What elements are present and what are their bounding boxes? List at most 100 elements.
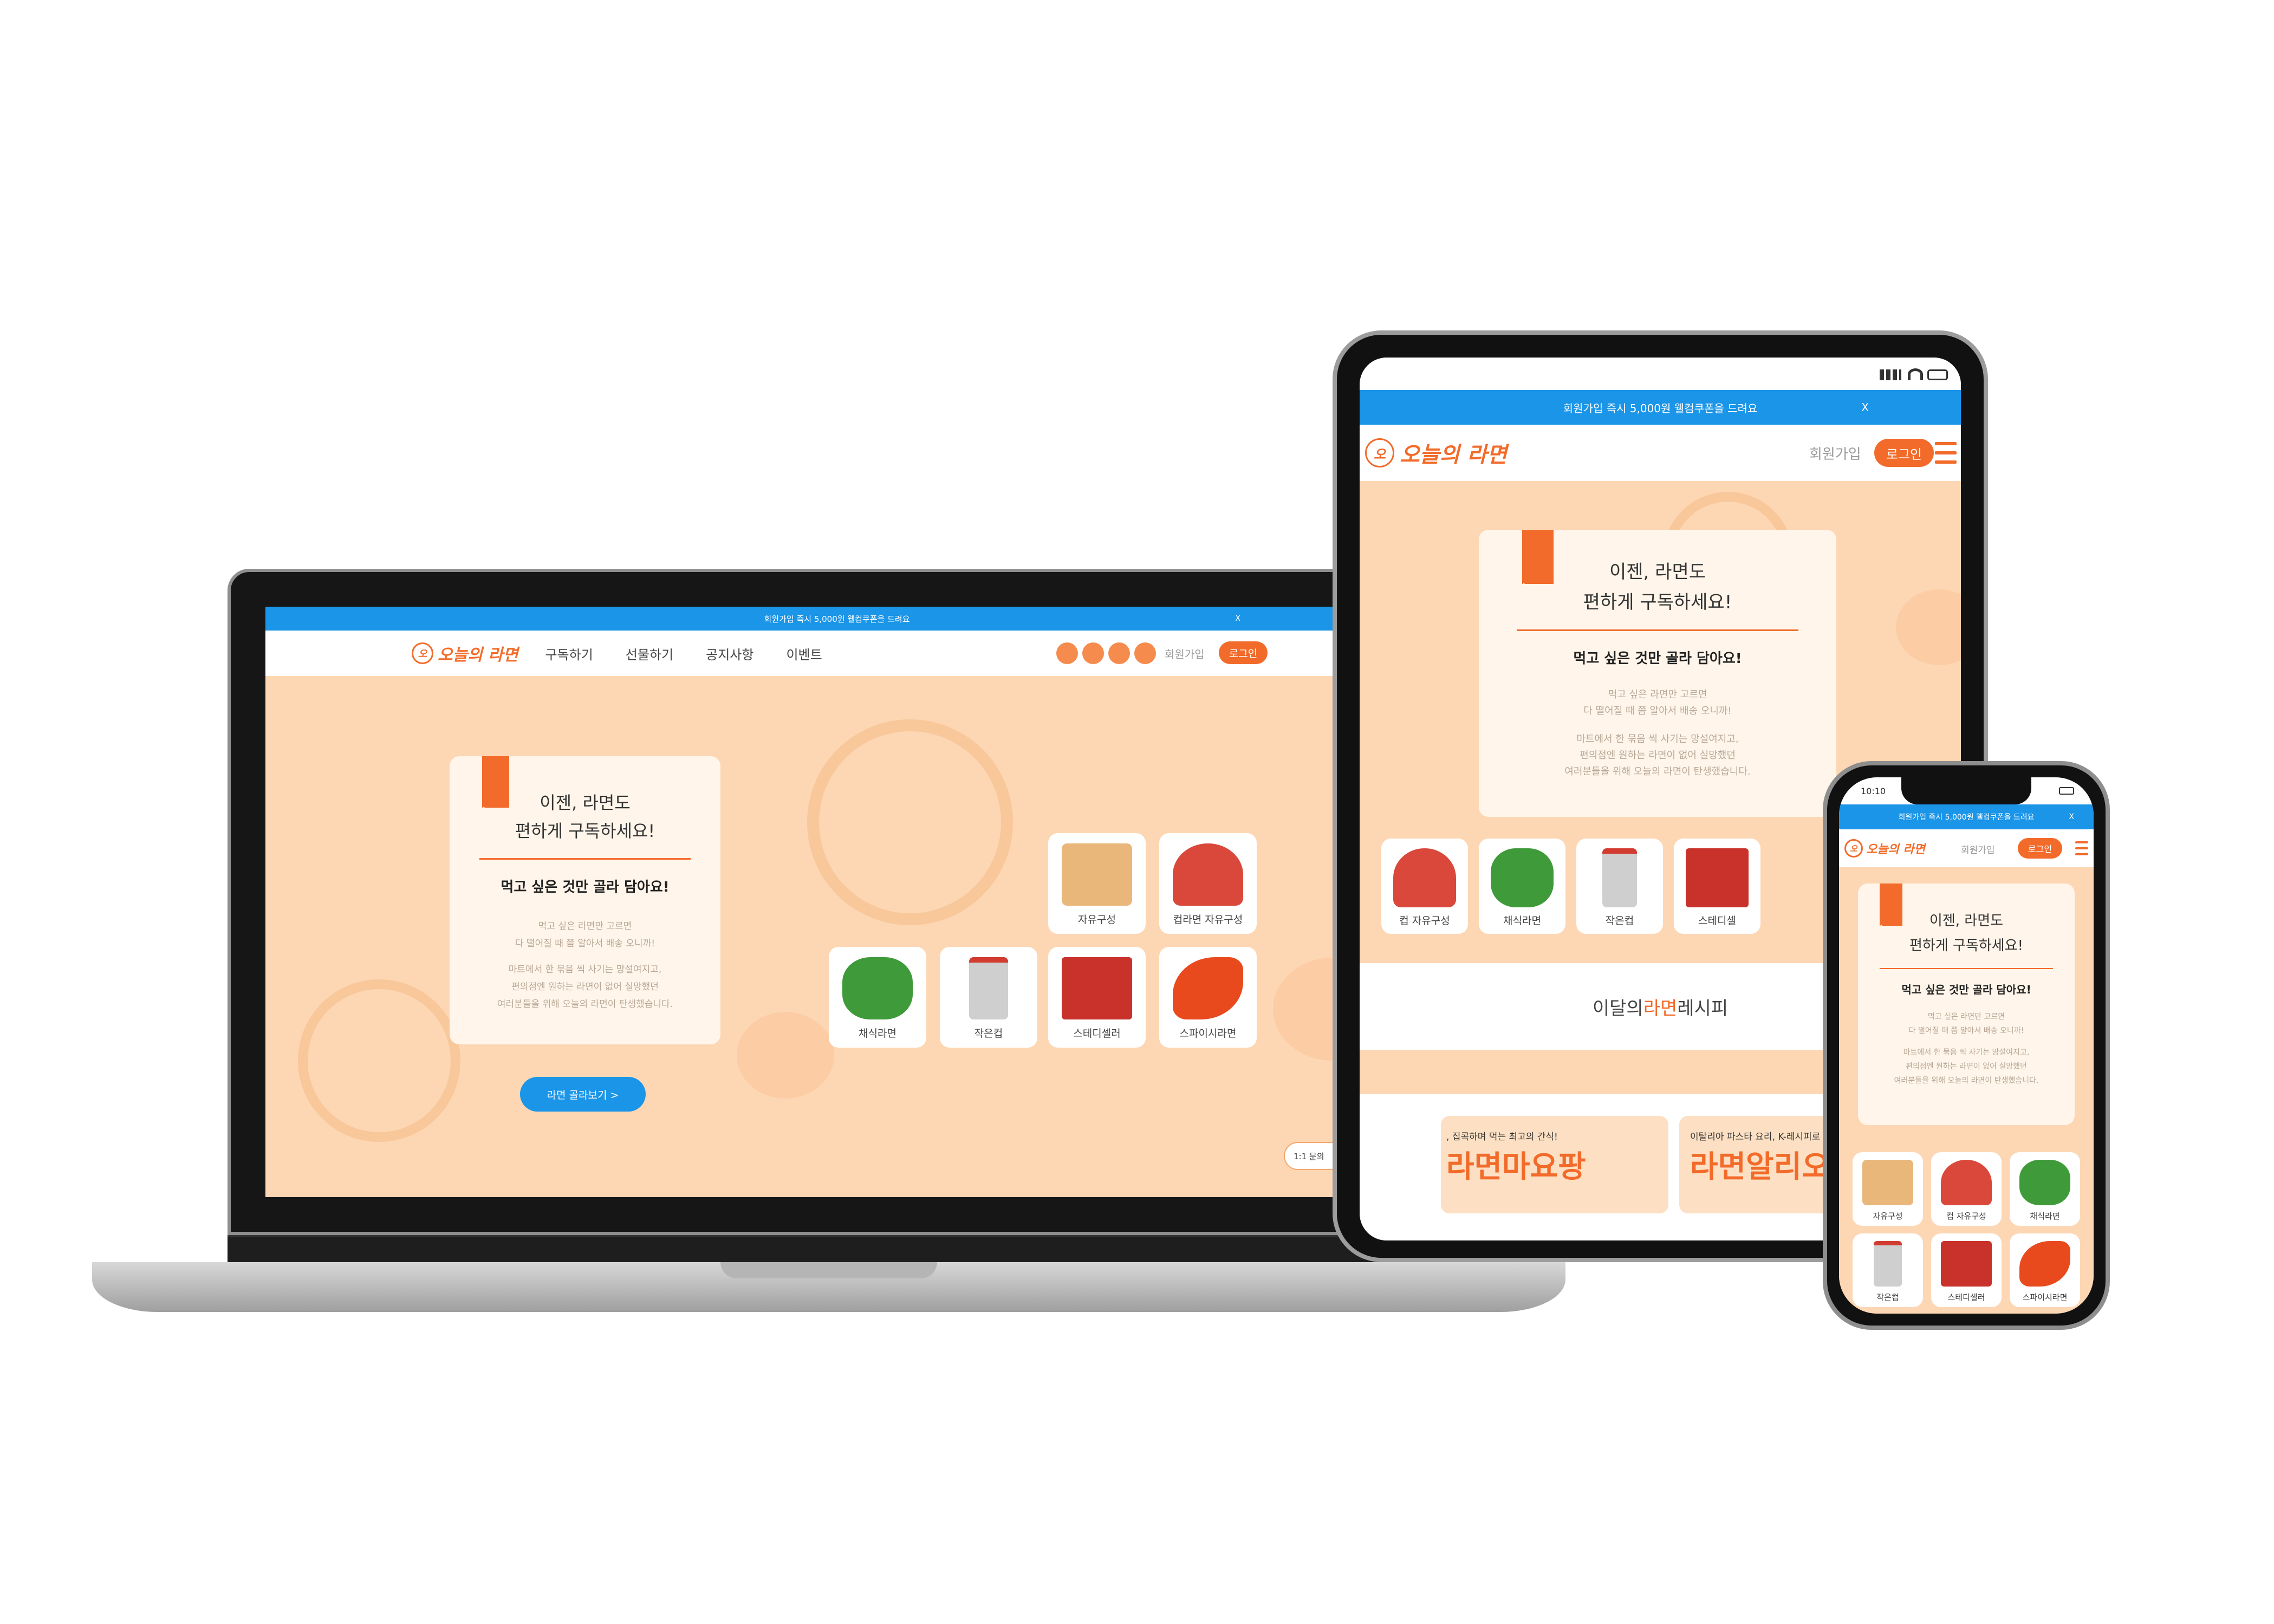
hero-desc-1: 먹고 싶은 라면만 고르면 다 떨어질 때 쯤 알아서 배송 오니까! [1583, 689, 1732, 717]
close-banner-button[interactable]: X [1861, 401, 1869, 414]
category-tile-small-cup[interactable]: 작은컵 [1853, 1233, 1923, 1307]
welcome-banner: 회원가입 즉시 5,000원 웰컴쿠폰을 드려요 X [1839, 804, 2094, 829]
login-button[interactable]: 로그인 [1219, 641, 1268, 664]
hero-desc-2: 마트에서 한 묶음 씩 사기는 망설여지고, 편의점엔 원하는 라면이 없어 실… [497, 964, 673, 1010]
category-tile-free[interactable]: 자유구성 [1853, 1152, 1923, 1226]
logo-mark-icon: 오 [412, 642, 433, 664]
category-tile-free[interactable]: 자유구성 [1048, 833, 1146, 934]
hero-divider [1880, 968, 2053, 969]
instagram-icon[interactable] [1056, 642, 1078, 664]
vegetable-icon [842, 957, 913, 1019]
category-tile-cup-free[interactable]: 컵 자유구성 [1931, 1152, 2002, 1226]
close-banner-button[interactable]: X [2069, 813, 2074, 821]
ramen-pack-icon [1686, 848, 1749, 907]
hero-section: 이젠, 라면도 편하게 구독하세요! 먹고 싶은 것만 골라 담아요! 먹고 싶… [265, 676, 1408, 1197]
bookmark-ribbon-icon [1880, 884, 1902, 926]
logo-text: 오늘의 라면 [1866, 842, 1925, 856]
site-header: 오 오늘의 라면 회원가입 로그인 [1839, 829, 2094, 867]
phone-screen: 10:10 회원가입 즉시 5,000원 웰컴쿠폰을 드려요 X 오 오늘의 라… [1839, 777, 2094, 1314]
category-tile-cup-free[interactable]: 컵라면 자유구성 [1159, 833, 1257, 934]
youtube-icon[interactable] [1134, 642, 1156, 664]
welcome-banner: 회원가입 즉시 5,000원 웰컴쿠폰을 드려요 X [1360, 390, 1961, 425]
logo[interactable]: 오 오늘의 라면 [412, 641, 518, 665]
site-header: 오 오늘의 라면 구독하기 선물하기 공지사항 이벤트 회원가입 로그인 [265, 631, 1408, 676]
cat-decoration [737, 1012, 834, 1099]
ramen-pack-icon [1062, 957, 1132, 1019]
laptop-screen: 회원가입 즉시 5,000원 웰컴쿠폰을 드려요 X 오 오늘의 라면 구독하기… [265, 607, 1408, 1197]
category-tile-small-cup[interactable]: 작은컵 [1576, 839, 1663, 934]
category-tile-vegan[interactable]: 채식라면 [829, 947, 926, 1048]
small-cup-icon [1874, 1240, 1902, 1287]
ramen-box-icon [1062, 843, 1132, 906]
vegetable-icon [1491, 848, 1554, 907]
hero-card: 이젠, 라면도 편하게 구독하세요! 먹고 싶은 것만 골라 담아요! 먹고 싶… [1858, 884, 2075, 1125]
blog-icon[interactable] [1082, 642, 1104, 664]
small-cup-icon [1602, 848, 1637, 907]
cup-noodle-icon [1393, 848, 1456, 907]
cta-button[interactable]: 라면 골라보기 > [520, 1077, 646, 1112]
close-banner-button[interactable]: X [1235, 614, 1240, 623]
category-tile-steady[interactable]: 스테디셀러 [1931, 1233, 2002, 1307]
hero-divider [479, 858, 691, 860]
logo[interactable]: 오 오늘의 라면 [1365, 437, 1507, 469]
logo-text: 오늘의 라면 [438, 646, 518, 665]
logo[interactable]: 오 오늘의 라면 [1844, 839, 1925, 858]
device-mockup-stage: 회원가입 즉시 5,000원 웰컴쿠폰을 드려요 X 오 오늘의 라면 구독하기… [0, 0, 2274, 1624]
tablet-status-bar [1360, 358, 1961, 390]
category-tile-small-cup[interactable]: 작은컵 [940, 947, 1037, 1048]
nav-notice[interactable]: 공지사항 [706, 644, 753, 663]
laptop-notch [720, 1262, 937, 1278]
category-tile-steady[interactable]: 스테디셀러 [1048, 947, 1146, 1048]
site-header: 오 오늘의 라면 회원가입 로그인 [1360, 425, 1961, 481]
battery-icon [1927, 369, 1948, 380]
menu-icon[interactable] [2075, 841, 2088, 855]
menu-icon[interactable] [1935, 442, 1957, 464]
hero-subtitle: 먹고 싶은 것만 골라 담아요! [501, 879, 670, 895]
nav-subscribe[interactable]: 구독하기 [545, 644, 593, 663]
category-tile-cup-free[interactable]: 컵 자유구성 [1381, 839, 1468, 934]
phone-notch [1901, 777, 2031, 804]
cup-noodle-icon [1941, 1159, 1992, 1205]
category-tile-spicy[interactable]: 스파이시라면 [1159, 947, 1257, 1048]
bookmark-ribbon-icon [1522, 530, 1554, 584]
social-links [1056, 642, 1156, 664]
join-link[interactable]: 회원가입 [1809, 443, 1861, 463]
welcome-banner-text: 회원가입 즉시 5,000원 웰컴쿠폰을 드려요 [764, 614, 910, 624]
hero-desc-2: 마트에서 한 묶음 씩 사기는 망설여지고, 편의점엔 원하는 라면이 없어 실… [1894, 1048, 2039, 1085]
kakao-icon[interactable] [1108, 642, 1130, 664]
main-nav: 구독하기 선물하기 공지사항 이벤트 [545, 644, 822, 663]
category-tile-vegan[interactable]: 채식라면 [2010, 1152, 2080, 1226]
logo-text: 오늘의 라면 [1400, 442, 1507, 467]
hero-desc-2: 마트에서 한 묶음 씩 사기는 망설여지고, 편의점엔 원하는 라면이 없어 실… [1564, 733, 1751, 777]
battery-icon [2059, 787, 2074, 795]
recipe-card-mayo[interactable]: , 집콕하며 먹는 최고의 간식! 라면마요팡 [1441, 1116, 1668, 1213]
naruto-swirl-decoration [298, 979, 460, 1142]
phone-clock: 10:10 [1861, 786, 1886, 796]
cup-noodle-icon [1173, 843, 1243, 906]
ramen-pack-icon [1941, 1240, 1992, 1287]
wifi-icon [1908, 368, 1923, 380]
laptop-chin [228, 1235, 1441, 1262]
join-link[interactable]: 회원가입 [1961, 842, 1995, 856]
hero-desc-1: 먹고 싶은 라면만 고르면 다 떨어질 때 쯤 알아서 배송 오니까! [515, 921, 655, 949]
naruto-swirl-decoration [807, 719, 1013, 925]
vegetable-icon [2019, 1159, 2070, 1205]
category-tile-vegan[interactable]: 채식라면 [1479, 839, 1565, 934]
nav-event[interactable]: 이벤트 [786, 644, 822, 663]
logo-mark-icon: 오 [1844, 839, 1863, 858]
login-button[interactable]: 로그인 [1874, 439, 1934, 467]
nav-gift[interactable]: 선물하기 [626, 644, 673, 663]
login-button[interactable]: 로그인 [2018, 838, 2062, 859]
small-cup-icon [969, 957, 1008, 1019]
category-tile-steady[interactable]: 스테디셀 [1674, 839, 1760, 934]
hero-section: 이젠, 라면도 편하게 구독하세요! 먹고 싶은 것만 골라 담아요! 먹고 싶… [1839, 867, 2094, 1314]
welcome-banner-text: 회원가입 즉시 5,000원 웰컴쿠폰을 드려요 [1898, 813, 2035, 822]
join-link[interactable]: 회원가입 [1165, 646, 1205, 661]
category-tile-spicy[interactable]: 스파이시라면 [2010, 1233, 2080, 1307]
hero-divider [1517, 629, 1798, 631]
chili-pepper-icon [1173, 957, 1243, 1019]
hero-card: 이젠, 라면도 편하게 구독하세요! 먹고 싶은 것만 골라 담아요! 먹고 싶… [1479, 530, 1836, 817]
hero-subtitle: 먹고 싶은 것만 골라 담아요! [1901, 983, 2031, 996]
welcome-banner-text: 회원가입 즉시 5,000원 웰컴쿠폰을 드려요 [1563, 401, 1758, 415]
hero-subtitle: 먹고 싶은 것만 골라 담아요! [1573, 651, 1742, 667]
